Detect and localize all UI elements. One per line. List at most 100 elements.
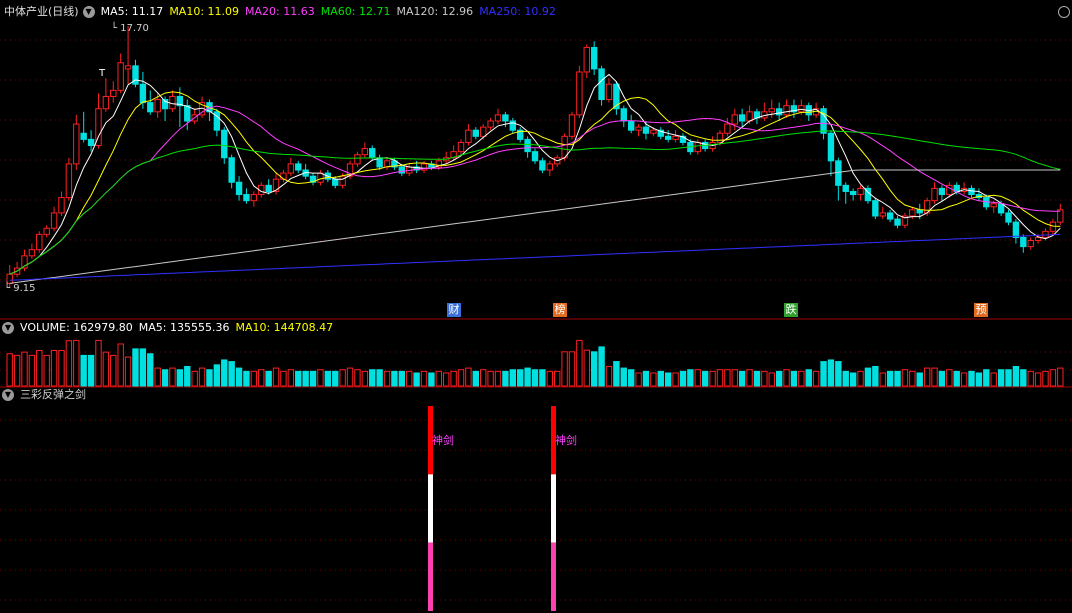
volume-bar (938, 370, 946, 387)
candle-up (731, 114, 738, 125)
candle-up (487, 120, 494, 128)
circle-icon[interactable] (1058, 6, 1070, 18)
volume-bar (790, 370, 798, 387)
volume-bar (657, 370, 664, 387)
indicator-title: 三彩反弹之剑 (20, 388, 86, 401)
candle-down (147, 102, 154, 113)
candle-up (117, 62, 124, 91)
volume-bar (317, 369, 324, 387)
ma20-line (9, 105, 1061, 275)
candle-up (480, 126, 487, 137)
volume-bar (443, 372, 450, 387)
volume-bar (835, 361, 842, 387)
volume-bar (553, 370, 561, 387)
candle-up (694, 141, 701, 153)
volume-bar (983, 369, 990, 387)
volume-bar (117, 343, 124, 387)
volume-bar (783, 369, 790, 387)
event-marker-bang[interactable]: 榜 (553, 303, 567, 317)
candle-up (65, 163, 73, 199)
volume-bar (1012, 365, 1020, 387)
candle-up (546, 163, 553, 171)
volume-bar (894, 370, 901, 387)
candle-down (1020, 236, 1027, 248)
volume-bar (620, 367, 627, 387)
volume-bar (472, 370, 480, 387)
candle-down (886, 212, 894, 220)
candle-up (110, 89, 117, 97)
volume-bar (687, 369, 694, 387)
volume-bar (576, 339, 583, 387)
candle-up (909, 209, 916, 217)
candle-down (502, 114, 509, 122)
candle-down (369, 148, 376, 159)
volume-bar (265, 370, 272, 387)
volume-bar (627, 369, 635, 387)
candle-down (228, 157, 235, 183)
candle-up (287, 163, 295, 174)
volume-bar (916, 372, 923, 387)
candle-up (457, 141, 465, 153)
candle-up (1049, 221, 1057, 232)
candle-up (798, 105, 805, 113)
candle-down (664, 135, 672, 140)
candle-down (642, 126, 650, 134)
volume-bar (184, 365, 191, 387)
volume-bar (110, 354, 117, 387)
candle-down (265, 184, 272, 192)
candle-up (672, 135, 679, 140)
chevron-down-icon[interactable]: ▼ (82, 6, 95, 18)
volume-bar (102, 351, 110, 387)
candle-down (295, 163, 302, 171)
ma120-line (9, 169, 1061, 284)
volume-bar (509, 369, 517, 387)
volume-bar (95, 339, 102, 387)
volume-bar (864, 367, 872, 387)
ma-legend-item: MA5: 11.17 (100, 5, 164, 18)
volume-bar (280, 370, 287, 387)
high-t-mark: T (99, 68, 106, 79)
candle-up (576, 71, 583, 116)
volume-bar (753, 370, 761, 387)
chevron-down-icon[interactable]: ▼ (2, 389, 14, 401)
volume-bar (872, 365, 879, 387)
candle-down (1012, 221, 1020, 238)
volume-bar (154, 367, 161, 387)
chart-canvas[interactable] (0, 0, 1072, 613)
volume-bar (376, 369, 383, 387)
event-marker-die[interactable]: 跌 (784, 303, 798, 317)
volume-bar (827, 359, 835, 387)
volume-bar (709, 370, 716, 387)
event-marker-yu[interactable]: 预 (974, 303, 988, 317)
volume-bar (28, 354, 36, 387)
volume-bar (361, 370, 369, 387)
volume-bar (849, 372, 857, 387)
candle-down (539, 160, 546, 171)
volume-bar (457, 369, 465, 387)
volume-bar (761, 370, 768, 387)
candle-down (590, 46, 598, 70)
volume-bar (124, 356, 132, 387)
volume-bar (243, 370, 250, 387)
candle-down (80, 132, 87, 140)
candle-up (1027, 240, 1034, 248)
volume-bar (960, 372, 968, 387)
volume-bar (746, 369, 753, 387)
signal-label: 神剑 (555, 434, 577, 447)
volume-bar (36, 349, 43, 387)
volume-bar (886, 370, 894, 387)
volume-bar (672, 372, 679, 387)
ma-legend-item: MA250: 10.92 (479, 5, 556, 18)
ma-legend-item: MA120: 12.96 (396, 5, 474, 18)
volume-bar (213, 364, 221, 387)
event-marker-cai[interactable]: 财 (447, 303, 461, 317)
volume-bar (191, 370, 198, 387)
volume-bar (132, 348, 139, 387)
volume-bar (1034, 372, 1042, 387)
volume-bar (21, 351, 28, 387)
volume-bar (953, 370, 960, 387)
candle-up (746, 111, 753, 122)
volume-bar (391, 370, 398, 387)
volume-bar (990, 372, 997, 387)
chevron-down-icon[interactable]: ▼ (2, 322, 14, 334)
